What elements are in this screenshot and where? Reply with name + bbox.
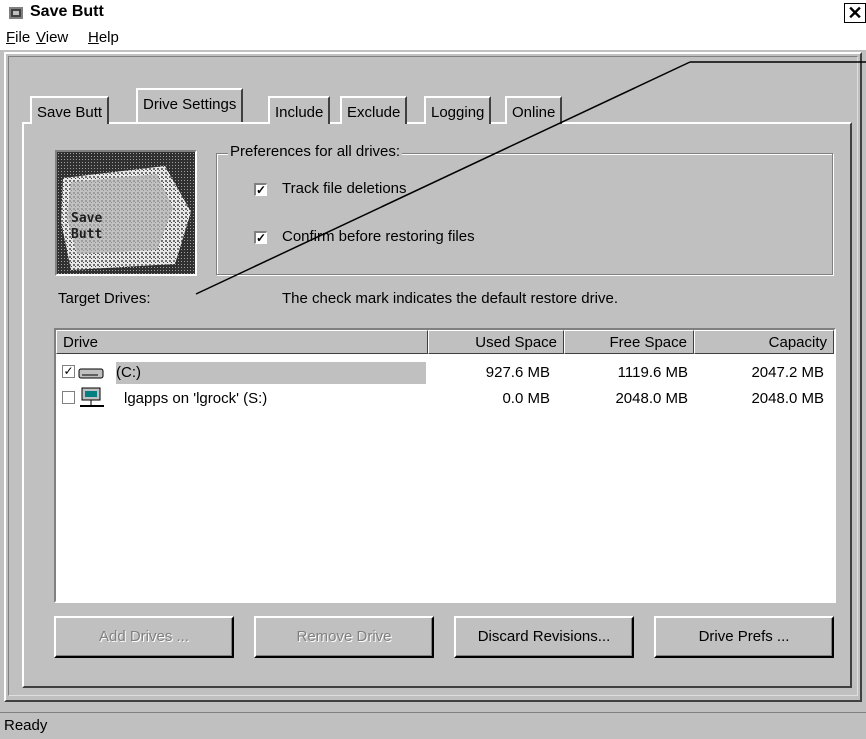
close-icon: ✕ (847, 3, 863, 23)
confirm-restore-label[interactable]: Confirm before restoring files (282, 228, 475, 245)
drive-prefs-button[interactable]: Drive Prefs ... (654, 616, 834, 658)
save-butt-image: Save Butt (55, 150, 197, 276)
network-drive-icon (80, 387, 104, 407)
close-button[interactable]: ✕ (844, 3, 866, 23)
drive-c-capacity: 2047.2 MB (751, 364, 824, 381)
checkmark-icon: ✓ (63, 364, 74, 378)
drive-s-name[interactable]: lgapps on 'lgrock' (S:) (124, 390, 267, 407)
checkmark-icon: ✓ (256, 231, 267, 245)
tab-drive-settings[interactable]: Drive Settings (136, 88, 244, 122)
drive-s-checkbox[interactable] (62, 391, 75, 404)
selection-highlight (116, 362, 426, 384)
drive-s-used: 0.0 MB (502, 390, 550, 407)
tab-online[interactable]: Online (505, 96, 563, 124)
drive-c-used: 927.6 MB (485, 364, 550, 381)
drives-list[interactable]: Drive Used Space Free Space Capacity ✓ (… (54, 328, 836, 603)
default-restore-hint: The check mark indicates the default res… (282, 290, 618, 307)
menu-view[interactable]: View (36, 29, 68, 46)
window-title: Save Butt (30, 3, 104, 20)
discard-revisions-button[interactable]: Discard Revisions... (454, 616, 634, 658)
add-drives-button[interactable]: Add Drives ... (54, 616, 234, 658)
remove-drive-button[interactable]: Remove Drive (254, 616, 434, 658)
menu-help[interactable]: Help (88, 29, 119, 46)
tab-logging[interactable]: Logging (424, 96, 492, 124)
status-bar: Ready (0, 712, 866, 739)
save-butt-picture: Save Butt (57, 152, 195, 274)
menu-file[interactable]: File (6, 29, 30, 46)
tab-include[interactable]: Include (268, 96, 331, 124)
preferences-legend: Preferences for all drives: (228, 143, 403, 160)
checkmark-icon: ✓ (256, 183, 267, 197)
tab-save-butt[interactable]: Save Butt (30, 96, 110, 124)
status-text: Ready (4, 717, 48, 734)
track-deletions-checkbox[interactable]: ✓ (254, 183, 267, 196)
drive-c-name[interactable]: (C:) (116, 364, 141, 381)
drive-c-free: 1119.6 MB (617, 364, 688, 381)
tab-exclude[interactable]: Exclude (340, 96, 408, 124)
logo-text-butt: Butt (71, 227, 102, 242)
drive-c-checkbox[interactable]: ✓ (62, 365, 75, 378)
drive-s-free: 2048.0 MB (615, 390, 688, 407)
column-used-space[interactable]: Used Space (428, 330, 564, 354)
title-bar[interactable]: Save Butt ✕ (0, 0, 866, 27)
hard-drive-icon (78, 368, 104, 379)
confirm-restore-checkbox[interactable]: ✓ (254, 231, 267, 244)
logo-text-save: Save (71, 211, 102, 226)
app-icon (9, 7, 23, 19)
target-drives-label: Target Drives: (58, 290, 151, 307)
menu-bar: File View Help (0, 26, 866, 50)
column-capacity[interactable]: Capacity (694, 330, 834, 354)
column-free-space[interactable]: Free Space (564, 330, 694, 354)
drive-s-capacity: 2048.0 MB (751, 390, 824, 407)
column-drive[interactable]: Drive (56, 330, 428, 354)
preferences-group (216, 153, 833, 275)
track-deletions-label[interactable]: Track file deletions (282, 180, 407, 197)
